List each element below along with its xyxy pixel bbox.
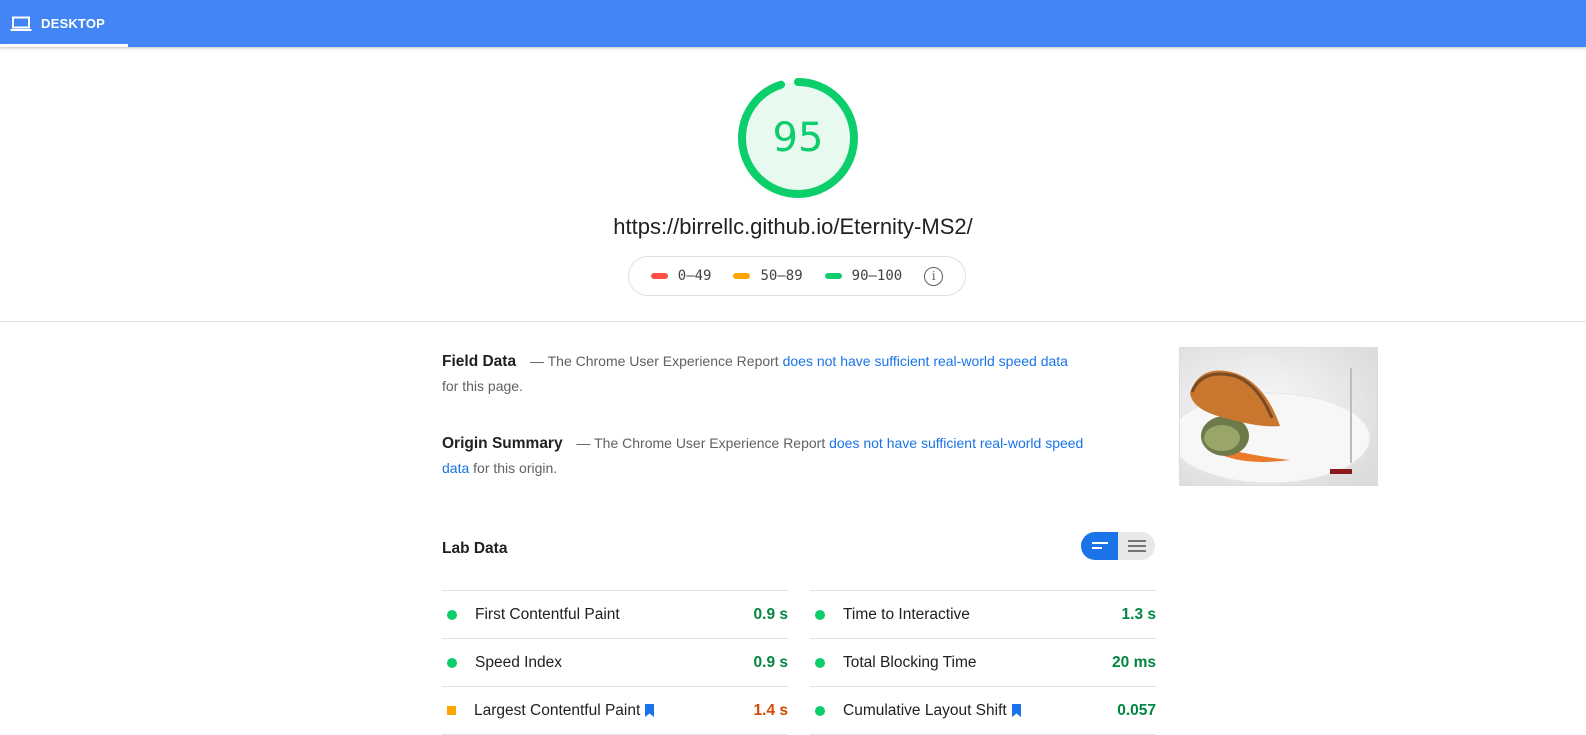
pass-indicator-icon <box>447 609 457 620</box>
tab-label: DESKTOP <box>41 16 106 31</box>
metric-name: Largest Contentful Paint <box>474 701 655 720</box>
section-divider <box>0 321 1586 322</box>
metric-time-to-interactive: Time to Interactive 1.3 s <box>810 590 1156 638</box>
origin-summary-text: — The Chrome User Experience Report <box>576 435 826 451</box>
metric-first-contentful-paint: First Contentful Paint 0.9 s <box>442 590 788 638</box>
origin-summary-suffix: for this origin. <box>473 460 558 476</box>
average-indicator-icon <box>447 706 456 715</box>
metric-name: Time to Interactive <box>843 605 970 623</box>
page-screenshot-thumbnail <box>1179 347 1378 486</box>
metric-value: 1.3 s <box>1121 605 1156 623</box>
metric-name: Cumulative Layout Shift <box>843 702 1021 720</box>
legend-item-fail: 0–49 <box>650 268 712 284</box>
legend-range: 90–100 <box>851 268 903 284</box>
top-bar: DESKTOP <box>0 0 1586 47</box>
origin-summary-title: Origin Summary <box>442 435 563 452</box>
legend-item-pass: 90–100 <box>824 268 903 284</box>
bookmark-icon[interactable] <box>645 704 655 717</box>
field-data-title: Field Data <box>442 353 517 370</box>
metric-name: Total Blocking Time <box>843 653 977 671</box>
metrics-left-column: First Contentful Paint 0.9 s Speed Index… <box>442 590 788 735</box>
metric-value: 20 ms <box>1112 653 1156 671</box>
view-toggle <box>1081 532 1155 560</box>
bar-summary-icon <box>1091 542 1108 549</box>
metric-value: 1.4 s <box>753 701 788 719</box>
metric-name: Speed Index <box>475 653 563 671</box>
metric-total-blocking-time: Total Blocking Time 20 ms <box>810 638 1156 686</box>
metric-largest-contentful-paint: Largest Contentful Paint 1.4 s <box>442 686 788 735</box>
tab-desktop[interactable]: DESKTOP <box>0 0 128 47</box>
pass-indicator-icon <box>447 657 457 668</box>
bookmark-icon[interactable] <box>1011 704 1021 717</box>
legend-range: 0–49 <box>677 268 712 284</box>
metric-value: 0.9 s <box>753 605 788 623</box>
metric-value: 0.057 <box>1117 701 1156 719</box>
lab-data-title: Lab Data <box>442 540 508 557</box>
summary-view-button[interactable] <box>1081 532 1118 560</box>
list-icon <box>1127 540 1146 552</box>
field-data-section: Field Data — The Chrome User Experience … <box>442 349 1088 399</box>
field-data-text: — The Chrome User Experience Report <box>529 353 779 369</box>
pass-indicator-icon <box>815 657 825 668</box>
metric-speed-index: Speed Index 0.9 s <box>442 638 788 686</box>
legend-item-average: 50–89 <box>733 268 803 284</box>
field-data-suffix: for this page. <box>442 378 523 394</box>
metric-cumulative-layout-shift: Cumulative Layout Shift 0.057 <box>810 686 1156 735</box>
legend-swatch <box>650 273 668 279</box>
legend-swatch <box>824 273 842 279</box>
tab-active-indicator <box>0 44 128 47</box>
score-legend: 0–49 50–89 90–100 i <box>628 256 966 296</box>
field-data-link[interactable]: does not have sufficient real-world spee… <box>783 353 1068 369</box>
origin-summary-section: Origin Summary — The Chrome User Experie… <box>442 431 1088 481</box>
page-url: https://birrellc.github.io/Eternity-MS2/ <box>613 214 973 239</box>
metric-name-text: Cumulative Layout Shift <box>843 701 1007 719</box>
legend-range: 50–89 <box>760 268 803 284</box>
detailed-view-button[interactable] <box>1118 532 1155 560</box>
metric-value: 0.9 s <box>753 653 788 671</box>
pass-indicator-icon <box>815 705 825 716</box>
laptop-icon <box>10 16 32 32</box>
legend-swatch <box>733 273 751 279</box>
info-icon[interactable]: i <box>924 266 944 286</box>
metrics-right-column: Time to Interactive 1.3 s Total Blocking… <box>810 590 1156 735</box>
score-value: 95 <box>772 115 824 161</box>
pass-indicator-icon <box>815 609 825 620</box>
metric-name: First Contentful Paint <box>475 605 620 623</box>
metric-name-text: Largest Contentful Paint <box>474 701 641 719</box>
